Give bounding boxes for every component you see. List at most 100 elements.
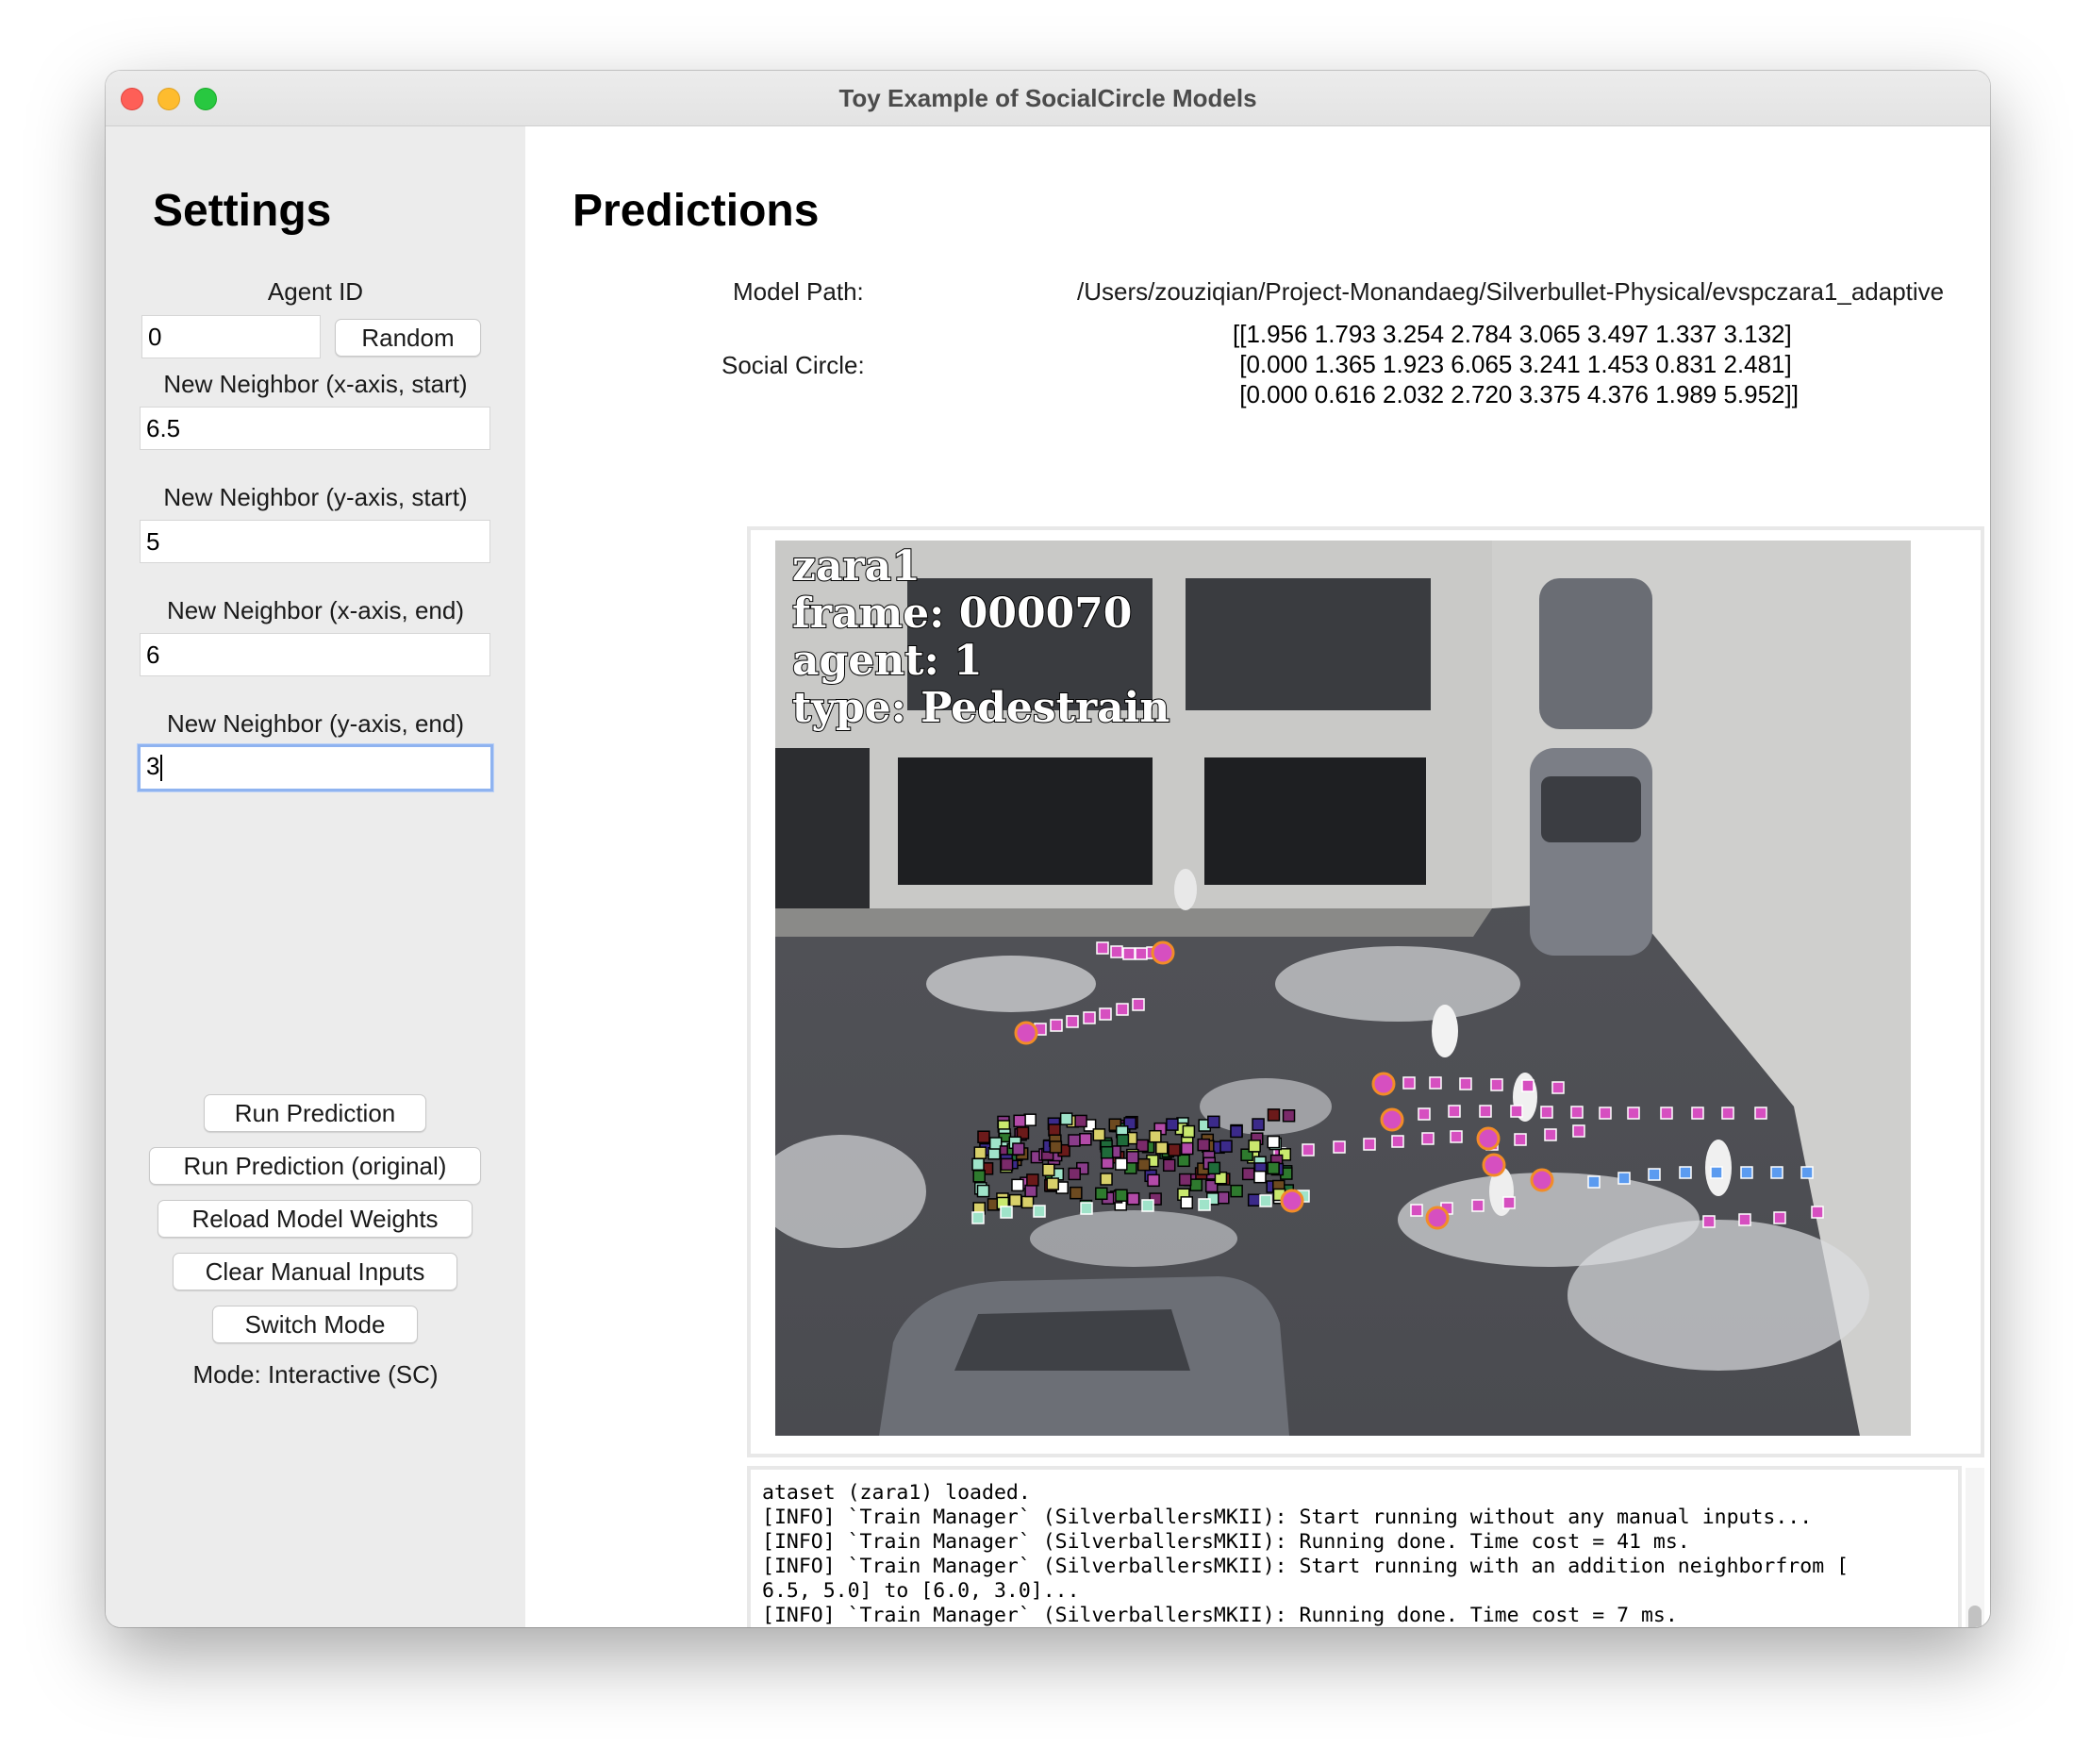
- trajectory-point: [1100, 1173, 1113, 1186]
- trajectory-point: [1116, 1134, 1130, 1147]
- trajectory-point: [1648, 1168, 1661, 1181]
- current-position-marker: [1476, 1126, 1501, 1151]
- trajectory-point: [1074, 1114, 1087, 1128]
- trajectory-point: [1147, 1173, 1160, 1188]
- trajectory-point: [1267, 1108, 1281, 1122]
- settings-panel: Settings Agent ID 0 Random New Neighbor …: [106, 126, 525, 1627]
- trajectory-point: [1490, 1078, 1503, 1091]
- trajectory-point: [1479, 1105, 1492, 1118]
- log-console-body: ataset (zara1) loaded. [INFO] `Train Man…: [751, 1470, 1958, 1627]
- settings-heading: Settings: [153, 186, 332, 236]
- current-position-marker: [1380, 1107, 1404, 1132]
- trajectory-point: [973, 1146, 987, 1159]
- trajectory-point: [972, 1170, 986, 1183]
- trajectory-point: [1079, 1132, 1092, 1146]
- trajectory-point: [1126, 1151, 1139, 1164]
- trajectory-point: [1248, 1140, 1261, 1153]
- current-position-marker: [1151, 940, 1175, 965]
- current-position-marker: [1371, 1072, 1396, 1096]
- switch-mode-button[interactable]: Switch Mode: [212, 1306, 418, 1343]
- trajectory-point: [1136, 1157, 1151, 1172]
- trajectory-point: [1302, 1143, 1315, 1157]
- trajectory-point: [1099, 1007, 1112, 1021]
- light-patch: [1275, 946, 1520, 1022]
- trajectory-point: [1207, 1161, 1221, 1175]
- log-line: [INFO] `Train Manager` (SilverballersMKI…: [762, 1604, 1678, 1627]
- trajectory-point: [1026, 1173, 1039, 1187]
- pedestrian: [1174, 869, 1197, 910]
- trajectory-point: [1544, 1128, 1557, 1141]
- trajectory-point: [1178, 1173, 1192, 1187]
- trajectory-point: [1691, 1107, 1704, 1120]
- current-position-marker: [1014, 1021, 1038, 1045]
- trajectory-point: [1115, 1189, 1128, 1202]
- trajectory-point: [1023, 1113, 1037, 1126]
- trajectory-point: [1068, 1134, 1081, 1147]
- doorway: [775, 748, 870, 908]
- agent-id-field[interactable]: 0: [141, 315, 321, 358]
- current-position-marker: [1425, 1206, 1450, 1230]
- trajectory-point: [1572, 1124, 1585, 1138]
- trajectory-point: [1166, 1118, 1179, 1131]
- trajectory-point: [1033, 1205, 1046, 1218]
- trajectory-point: [1721, 1107, 1734, 1120]
- clear-manual-inputs-button[interactable]: Clear Manual Inputs: [173, 1253, 457, 1290]
- trajectory-point: [1162, 1158, 1176, 1173]
- light-patch: [1030, 1210, 1237, 1267]
- trajectory-point: [1363, 1138, 1376, 1151]
- trajectory-point: [1617, 1172, 1631, 1185]
- trajectory-point: [1070, 1186, 1083, 1200]
- trajectory-point: [1177, 1154, 1190, 1168]
- car-bottom-windshield: [954, 1309, 1190, 1371]
- trajectory-point: [1132, 998, 1145, 1011]
- y-end-value: 3: [146, 752, 160, 780]
- log-scrollbar[interactable]: [1966, 1468, 1984, 1627]
- light-patch: [926, 956, 1096, 1012]
- trajectory-point: [1066, 1015, 1079, 1028]
- trajectory-point: [977, 1130, 990, 1143]
- log-line: [INFO] `Train Manager` (SilverballersMKI…: [762, 1506, 1813, 1529]
- trajectory-point: [1182, 1124, 1196, 1139]
- trajectory-point: [1770, 1166, 1783, 1179]
- social-circle-label: Social Circle:: [722, 351, 865, 379]
- current-position-marker: [1280, 1189, 1304, 1213]
- trajectory-point: [1391, 1135, 1404, 1148]
- reload-model-weights-button[interactable]: Reload Model Weights: [158, 1200, 473, 1238]
- trajectory-point: [1141, 1199, 1154, 1212]
- trajectory-point: [1168, 1143, 1181, 1157]
- log-line: ataset (zara1) loaded.: [762, 1481, 1031, 1505]
- run-prediction-original-button[interactable]: Run Prediction (original): [149, 1147, 481, 1185]
- parked-car-windshield: [1541, 776, 1641, 842]
- social-circle-row-3: [0.000 0.616 2.032 2.720 3.375 4.376 1.9…: [1233, 380, 1799, 408]
- trajectory-point: [1011, 1178, 1024, 1192]
- trajectory-point: [1116, 1003, 1129, 1016]
- trajectory-point: [1115, 1157, 1128, 1171]
- title-bar: Toy Example of SocialCircle Models: [106, 71, 1990, 126]
- y-start-field[interactable]: 5: [140, 520, 490, 563]
- light-patch: [1568, 1220, 1869, 1371]
- social-circle-row-1: [[1.956 1.793 3.254 2.784 3.065 3.497 1.…: [1233, 320, 1792, 348]
- trajectory-point: [1083, 1011, 1096, 1024]
- trajectory-point: [1012, 1142, 1025, 1156]
- trajectory-point: [1080, 1202, 1093, 1215]
- x-end-field[interactable]: 6: [140, 633, 490, 676]
- trajectory-point: [1046, 1177, 1059, 1190]
- social-circle-row-2: [0.000 1.365 1.923 6.065 3.241 1.453 0.8…: [1233, 350, 1792, 378]
- trajectory-point: [1740, 1166, 1753, 1179]
- trajectory-point: [1514, 1133, 1527, 1146]
- log-line: [INFO] `Train Manager` (SilverballersMKI…: [762, 1555, 1849, 1578]
- overlay-frame: frame: 000070: [792, 590, 1132, 638]
- agent-id-label: Agent ID: [267, 277, 364, 306]
- trajectory-point: [1540, 1106, 1553, 1119]
- random-button[interactable]: Random: [335, 319, 481, 357]
- y-end-field[interactable]: 3: [138, 744, 493, 791]
- trajectory-point: [1627, 1107, 1640, 1120]
- trajectory-point: [1502, 1196, 1516, 1209]
- y-start-label: New Neighbor (y-axis, start): [163, 483, 468, 511]
- prediction-scene-image[interactable]: zara1 frame: 000070 agent: 1 type: Pedes…: [775, 541, 1911, 1436]
- log-scrollbar-thumb[interactable]: [1968, 1606, 1982, 1627]
- trajectory-point: [1024, 1184, 1037, 1198]
- run-prediction-button[interactable]: Run Prediction: [204, 1094, 426, 1132]
- x-start-field[interactable]: 6.5: [140, 407, 490, 450]
- trajectory-point: [1092, 1128, 1106, 1141]
